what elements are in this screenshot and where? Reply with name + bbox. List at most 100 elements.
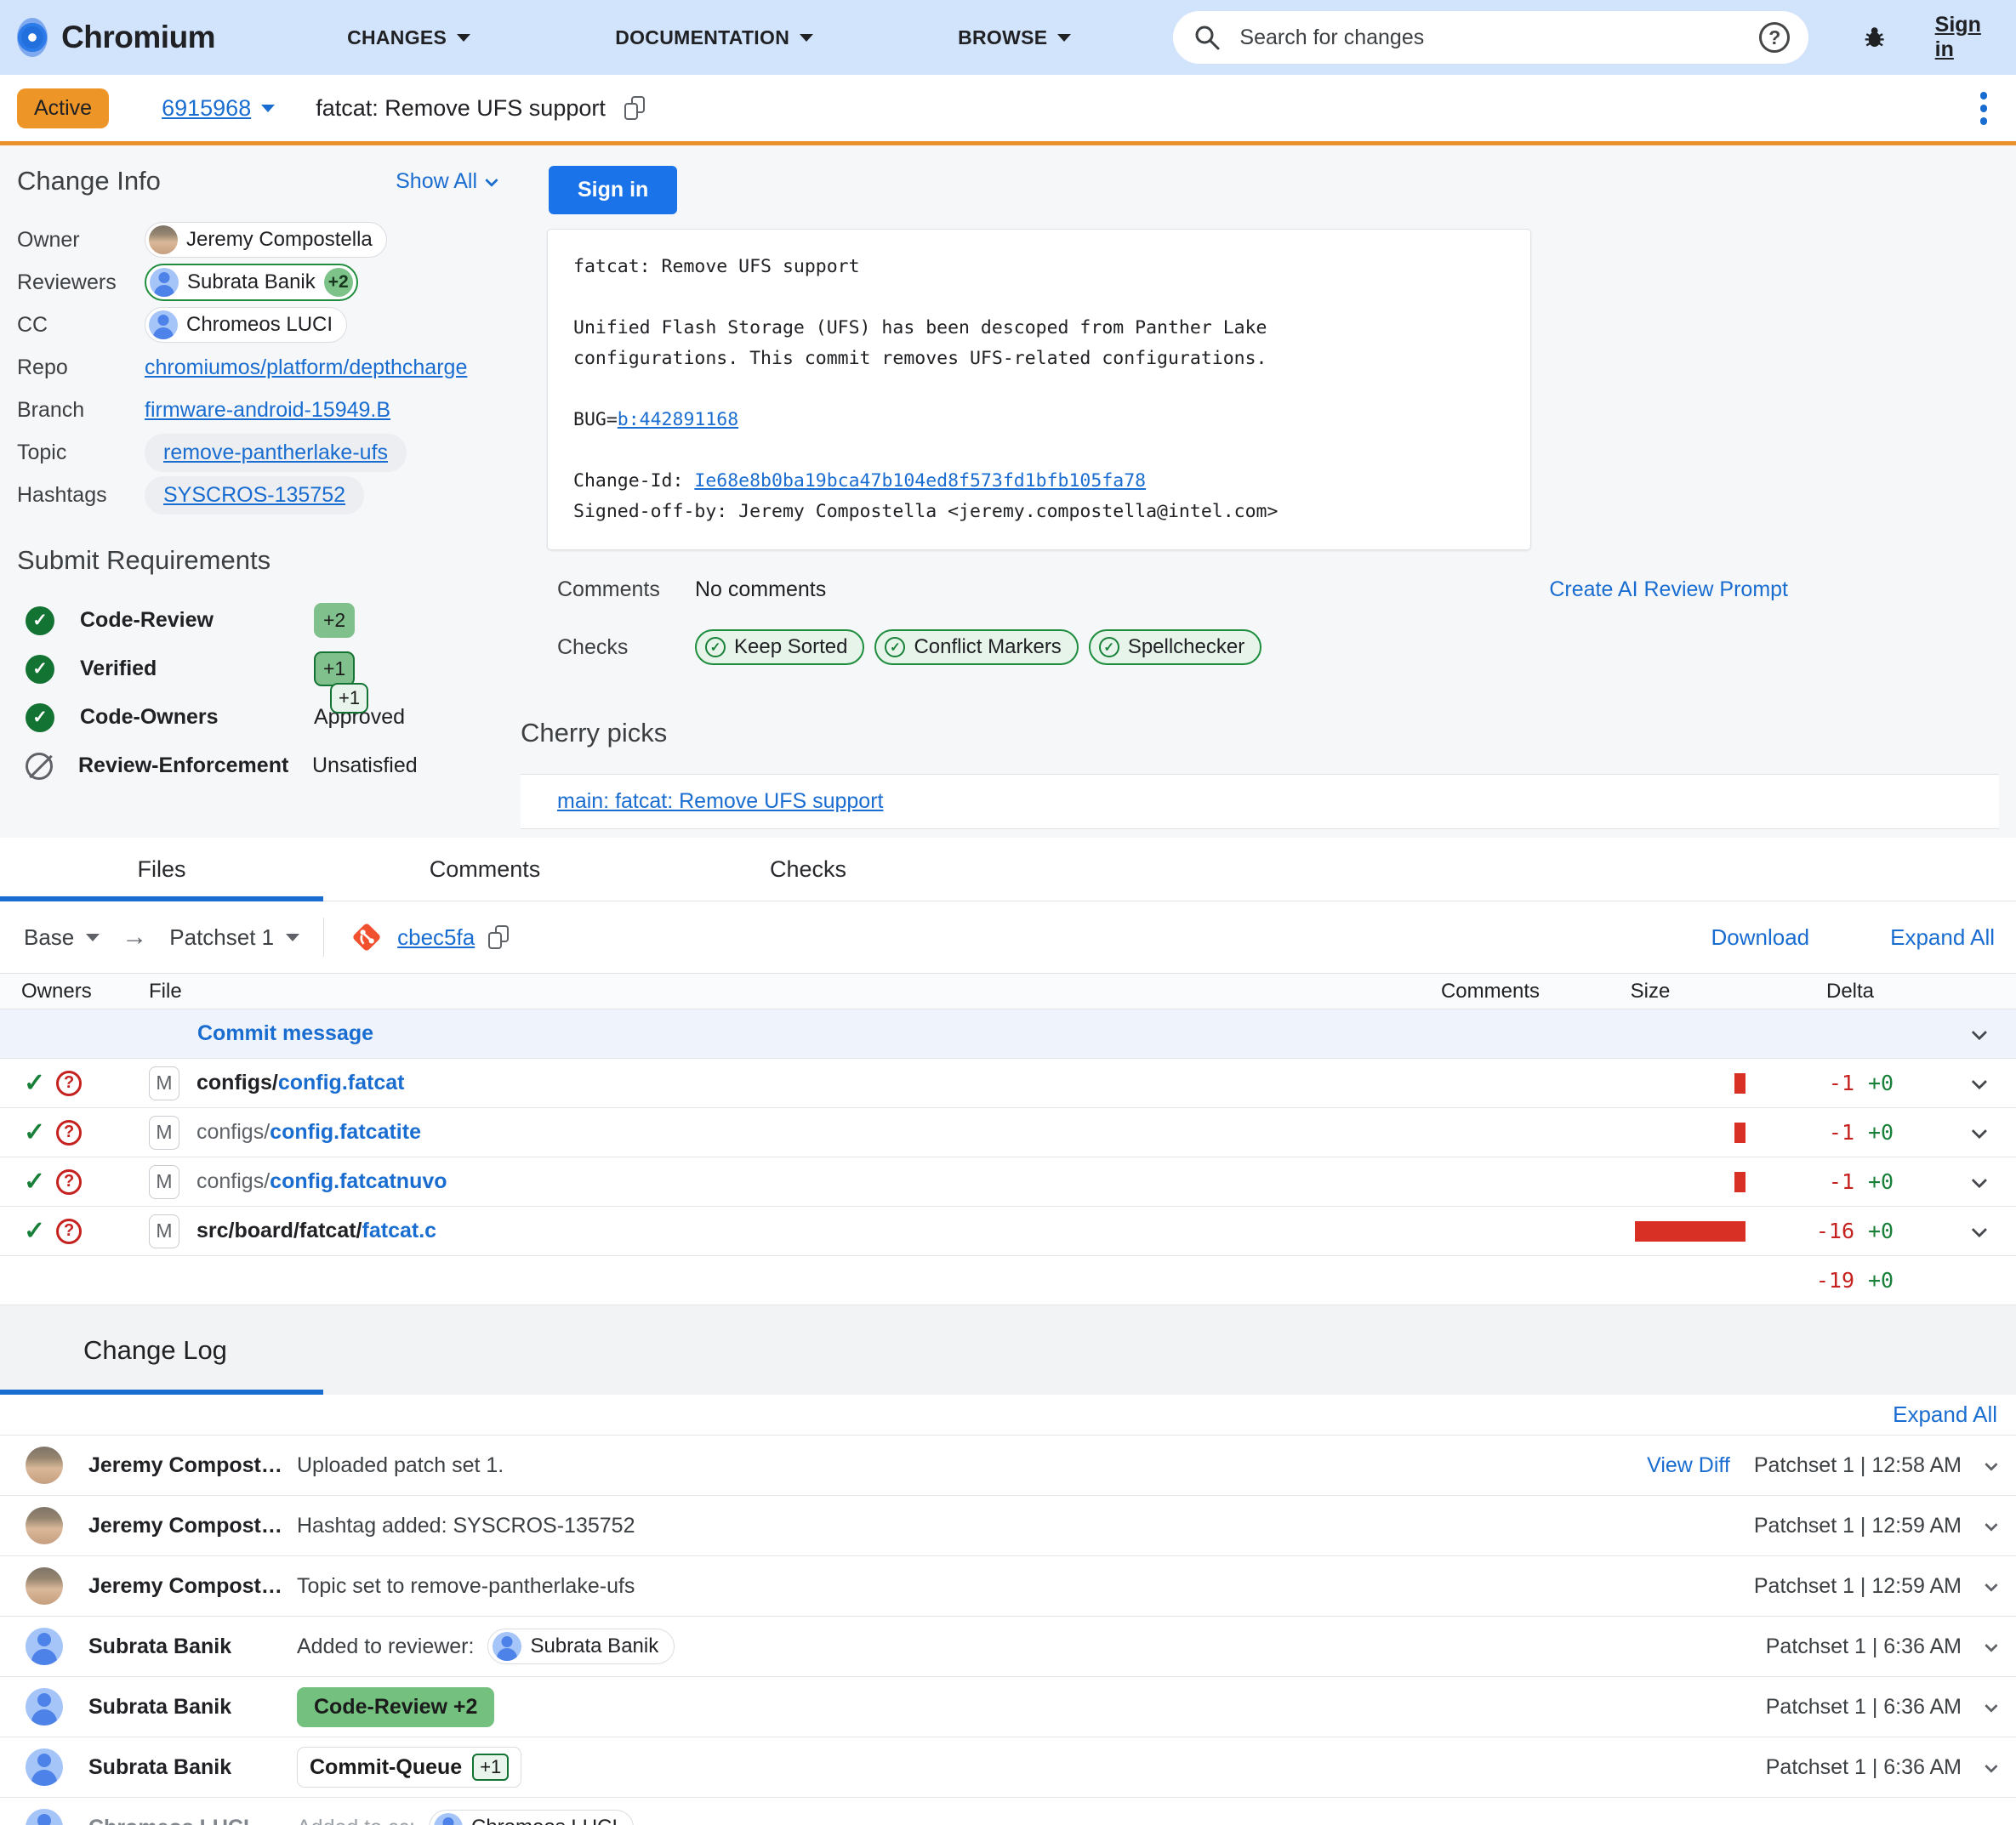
change-header-bar: Active 6915968 fatcat: Remove UFS suppor…: [0, 75, 2016, 145]
change-title: fatcat: Remove UFS support: [316, 95, 606, 122]
file-row[interactable]: M configs/config.fatcat -1 +0: [0, 1059, 2016, 1108]
sign-in-button[interactable]: Sign in: [549, 166, 677, 214]
file-link[interactable]: config.fatcatnuvo: [270, 1169, 447, 1193]
check-circle-icon: [705, 637, 726, 657]
copy-icon[interactable]: [488, 925, 509, 949]
change-id-prefix: Change-Id:: [573, 470, 694, 492]
create-ai-review-prompt-link[interactable]: Create AI Review Prompt: [1549, 577, 1788, 602]
patchset-selector[interactable]: Patchset 1: [169, 924, 299, 951]
repo-link[interactable]: chromiumos/platform/depthcharge: [145, 355, 467, 380]
file-link[interactable]: config.fatcat: [278, 1071, 405, 1094]
file-row[interactable]: M src/board/fatcat/fatcat.c -16 +0: [0, 1207, 2016, 1256]
chevron-down-icon[interactable]: [1985, 1458, 1998, 1471]
chevron-down-icon[interactable]: [1985, 1639, 1998, 1652]
signoff-line: Signed-off-by: Jeremy Compostella <jerem…: [573, 497, 1505, 527]
cc-chip[interactable]: Chromeos LUCI: [145, 307, 347, 343]
expand-all-files-link[interactable]: Expand All: [1890, 924, 1995, 951]
log-row[interactable]: Chromeos LUCI Added to cc: Chromeos LUCI: [0, 1797, 2016, 1825]
change-log-expand-row: Expand All: [0, 1395, 2016, 1435]
search-bar[interactable]: ?: [1173, 11, 1808, 64]
change-id-link[interactable]: Ie68e8b0ba19bca47b104ed8f573fd1bfb105fa7…: [694, 470, 1146, 492]
commit-message-link[interactable]: Commit message: [197, 1021, 1761, 1046]
change-number-link[interactable]: 6915968: [162, 95, 251, 122]
branch-link[interactable]: firmware-android-15949.B: [145, 398, 390, 423]
reviewer-chip[interactable]: Subrata Banik +2: [145, 264, 358, 301]
nav-documentation-label: DOCUMENTATION: [615, 26, 789, 49]
tab-comments[interactable]: Comments: [323, 838, 646, 901]
owner-unknown-icon: [56, 1169, 82, 1195]
log-row[interactable]: Jeremy Compost… Hashtag added: SYSCROS-1…: [0, 1495, 2016, 1555]
top-bar: Chromium CHANGES DOCUMENTATION BROWSE ?: [0, 0, 2016, 75]
log-row[interactable]: Jeremy Compost… Uploaded patch set 1. Vi…: [0, 1435, 2016, 1495]
expand-row-button[interactable]: [1939, 1127, 2016, 1138]
requirement-code-review: Code-Review +2: [17, 596, 521, 645]
log-message: Added to cc:: [297, 1816, 415, 1825]
tab-checks[interactable]: Checks: [646, 838, 970, 901]
view-diff-link[interactable]: View Diff: [1647, 1453, 1730, 1478]
nav-browse[interactable]: BROWSE: [958, 26, 1071, 49]
chevron-down-icon: [1971, 1123, 1986, 1139]
cherry-picks-heading: Cherry picks: [521, 718, 2016, 748]
hashtags-row: Hashtags SYSCROS-135752: [17, 474, 521, 516]
log-row[interactable]: Subrata Banik Commit-Queue +1 Patchset 1…: [0, 1737, 2016, 1797]
log-row[interactable]: Subrata Banik Added to reviewer: Subrata…: [0, 1616, 2016, 1676]
expand-row-button[interactable]: [1939, 1176, 2016, 1187]
copy-icon[interactable]: [624, 96, 645, 120]
sign-in-link[interactable]: Sign in: [1935, 13, 1990, 62]
search-input[interactable]: [1239, 26, 1759, 50]
chevron-down-icon[interactable]: [1985, 1578, 1998, 1592]
bug-link[interactable]: b:442891168: [618, 409, 738, 430]
check-chip-conflict-markers[interactable]: Conflict Markers: [874, 629, 1078, 665]
file-link[interactable]: fatcat.c: [362, 1219, 437, 1242]
chevron-down-icon[interactable]: [261, 105, 275, 112]
blocked-icon: [26, 753, 53, 780]
owner-chip[interactable]: Jeremy Compostella: [145, 222, 387, 258]
main-nav: CHANGES DOCUMENTATION BROWSE: [347, 26, 1071, 49]
expand-all-log-link[interactable]: Expand All: [1893, 1401, 1997, 1428]
search-help-icon[interactable]: ?: [1759, 22, 1790, 53]
patchset-label: Patchset 1: [169, 924, 274, 951]
check-chip-label: Keep Sorted: [734, 635, 847, 659]
chevron-down-icon[interactable]: [1985, 1699, 1998, 1713]
file-link[interactable]: config.fatcatite: [270, 1120, 421, 1144]
nav-documentation[interactable]: DOCUMENTATION: [615, 26, 813, 49]
commit-sha-link[interactable]: cbec5fa: [397, 924, 475, 951]
log-timestamp: Patchset 1 | 6:36 AM: [1766, 1635, 1962, 1659]
cherry-pick-link[interactable]: main: fatcat: Remove UFS support: [557, 789, 883, 814]
bug-report-icon[interactable]: [1861, 20, 1888, 54]
download-link[interactable]: Download: [1711, 924, 1809, 951]
lines-removed: -1: [1761, 1071, 1854, 1095]
file-row[interactable]: M configs/config.fatcatite -1 +0: [0, 1108, 2016, 1157]
more-options-kebab-icon[interactable]: [1975, 87, 1992, 130]
tab-files[interactable]: Files: [0, 838, 323, 901]
hashtag-link[interactable]: SYSCROS-135752: [163, 483, 345, 507]
account-chip[interactable]: Chromeos LUCI: [429, 1810, 634, 1825]
chevron-down-icon[interactable]: [1985, 1760, 1998, 1773]
file-row[interactable]: M configs/config.fatcatnuvo -1 +0: [0, 1157, 2016, 1207]
log-row[interactable]: Jeremy Compost… Topic set to remove-pant…: [0, 1555, 2016, 1616]
commit-message-card: fatcat: Remove UFS support Unified Flash…: [547, 229, 1531, 550]
more-reviewers-badge[interactable]: +2: [324, 268, 353, 297]
expand-row-button[interactable]: [1939, 1225, 2016, 1237]
topic-link[interactable]: remove-pantherlake-ufs: [163, 441, 388, 464]
vote-badge: +1: [472, 1754, 509, 1781]
search-icon: [1193, 24, 1221, 51]
change-info-column: Change Info Show All Owner Jeremy Compos…: [0, 166, 521, 838]
commit-message-row[interactable]: Commit message: [0, 1009, 2016, 1059]
requirement-review-enforcement: Review-Enforcement Unsatisfied: [17, 742, 521, 790]
expand-row-button[interactable]: [1939, 1077, 2016, 1089]
requirement-label: Code-Review: [80, 608, 314, 633]
change-info-heading: Change Info: [17, 166, 161, 196]
account-chip[interactable]: Subrata Banik: [487, 1629, 675, 1664]
brand-title: Chromium: [61, 20, 215, 55]
requirement-status: Unsatisfied: [312, 753, 418, 778]
base-selector[interactable]: Base: [24, 924, 100, 951]
check-chip-keep-sorted[interactable]: Keep Sorted: [695, 629, 864, 665]
chevron-down-icon[interactable]: [1985, 1518, 1998, 1532]
check-chip-spellchecker[interactable]: Spellchecker: [1089, 629, 1261, 665]
show-all-toggle[interactable]: Show All: [396, 169, 495, 194]
nav-changes[interactable]: CHANGES: [347, 26, 470, 49]
expand-row-button[interactable]: [1939, 1028, 2016, 1039]
log-row[interactable]: Subrata Banik Code-Review +2 Patchset 1 …: [0, 1676, 2016, 1737]
total-lines-removed: -19: [1761, 1268, 1854, 1293]
